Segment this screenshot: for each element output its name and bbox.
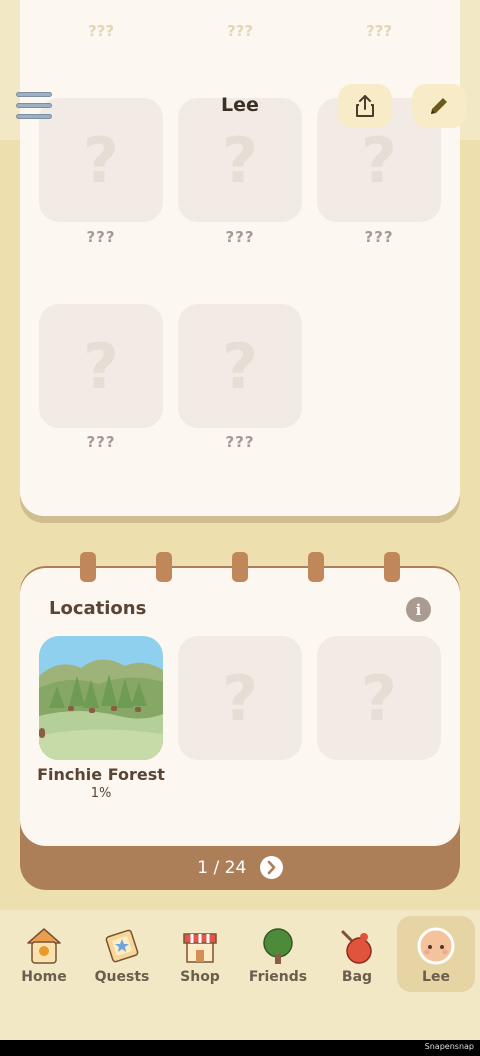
- share-icon: [356, 95, 374, 117]
- notebook-ring: [156, 552, 172, 582]
- nav-quests[interactable]: Quests: [83, 916, 161, 992]
- location-tile-finchie-forest[interactable]: [39, 636, 163, 760]
- nav-friends[interactable]: Friends: [239, 916, 317, 992]
- share-button[interactable]: [338, 84, 392, 128]
- notebook-ring: [308, 552, 324, 582]
- page-indicator: 1 / 24: [197, 857, 247, 878]
- watermark: Snapensnap: [424, 1042, 474, 1051]
- nav-label: Shop: [180, 969, 220, 985]
- bag-icon: [341, 930, 372, 964]
- shop-icon: [183, 933, 217, 963]
- notebook-ring: [232, 552, 248, 582]
- nav-label: Friends: [248, 969, 308, 985]
- edit-button[interactable]: [412, 84, 466, 128]
- chevron-right-icon: [267, 860, 275, 875]
- achievement-label: ???: [225, 433, 255, 451]
- nav-label: Quests: [94, 969, 150, 985]
- locations-title: Locations: [49, 598, 147, 619]
- question-mark-icon: ?: [83, 329, 119, 403]
- app-header: ??? ??? ??? Lee: [0, 0, 480, 140]
- nav-lee[interactable]: Lee: [397, 916, 475, 992]
- nav-shop[interactable]: Shop: [161, 916, 239, 992]
- notebook-ring: [384, 552, 400, 582]
- birdhouse-icon: [27, 928, 61, 964]
- nav-label: Lee: [422, 969, 450, 985]
- achievement-label: ???: [86, 433, 116, 451]
- question-mark-icon: ?: [222, 329, 258, 403]
- bottom-nav: Home Quests Shop Friends Bag Lee: [0, 910, 480, 1040]
- question-mark-icon: ?: [222, 661, 258, 735]
- location-tile-locked[interactable]: ?: [317, 636, 441, 760]
- tree-icon: [263, 928, 293, 964]
- achievement-tile[interactable]: ?: [39, 304, 163, 428]
- pagination: 1 / 24: [0, 856, 480, 879]
- achievement-label: ???: [225, 228, 255, 246]
- next-page-button[interactable]: [259, 856, 283, 879]
- system-bar: Snapensnap: [0, 1040, 480, 1056]
- achievement-tile[interactable]: ?: [178, 304, 302, 428]
- nav-bag[interactable]: Bag: [318, 916, 396, 992]
- ghost-label: ???: [365, 22, 393, 40]
- achievement-label: ???: [86, 228, 116, 246]
- nav-label: Bag: [341, 969, 373, 985]
- ghost-label: ???: [87, 22, 115, 40]
- location-name: Finchie Forest: [37, 765, 165, 784]
- nav-label: Home: [21, 969, 67, 985]
- location-progress: 1%: [90, 786, 112, 801]
- question-mark-icon: ?: [361, 661, 397, 735]
- ghost-label: ???: [226, 22, 254, 40]
- info-icon[interactable]: i: [406, 597, 431, 622]
- forest-image: [39, 636, 163, 760]
- pencil-icon: [431, 98, 447, 114]
- page-title: Lee: [221, 94, 259, 116]
- avatar-icon: [417, 927, 455, 965]
- location-tile-locked[interactable]: ?: [178, 636, 302, 760]
- quest-map-icon: [105, 929, 139, 963]
- achievement-label: ???: [364, 228, 394, 246]
- notebook-ring: [80, 552, 96, 582]
- nav-home[interactable]: Home: [5, 916, 83, 992]
